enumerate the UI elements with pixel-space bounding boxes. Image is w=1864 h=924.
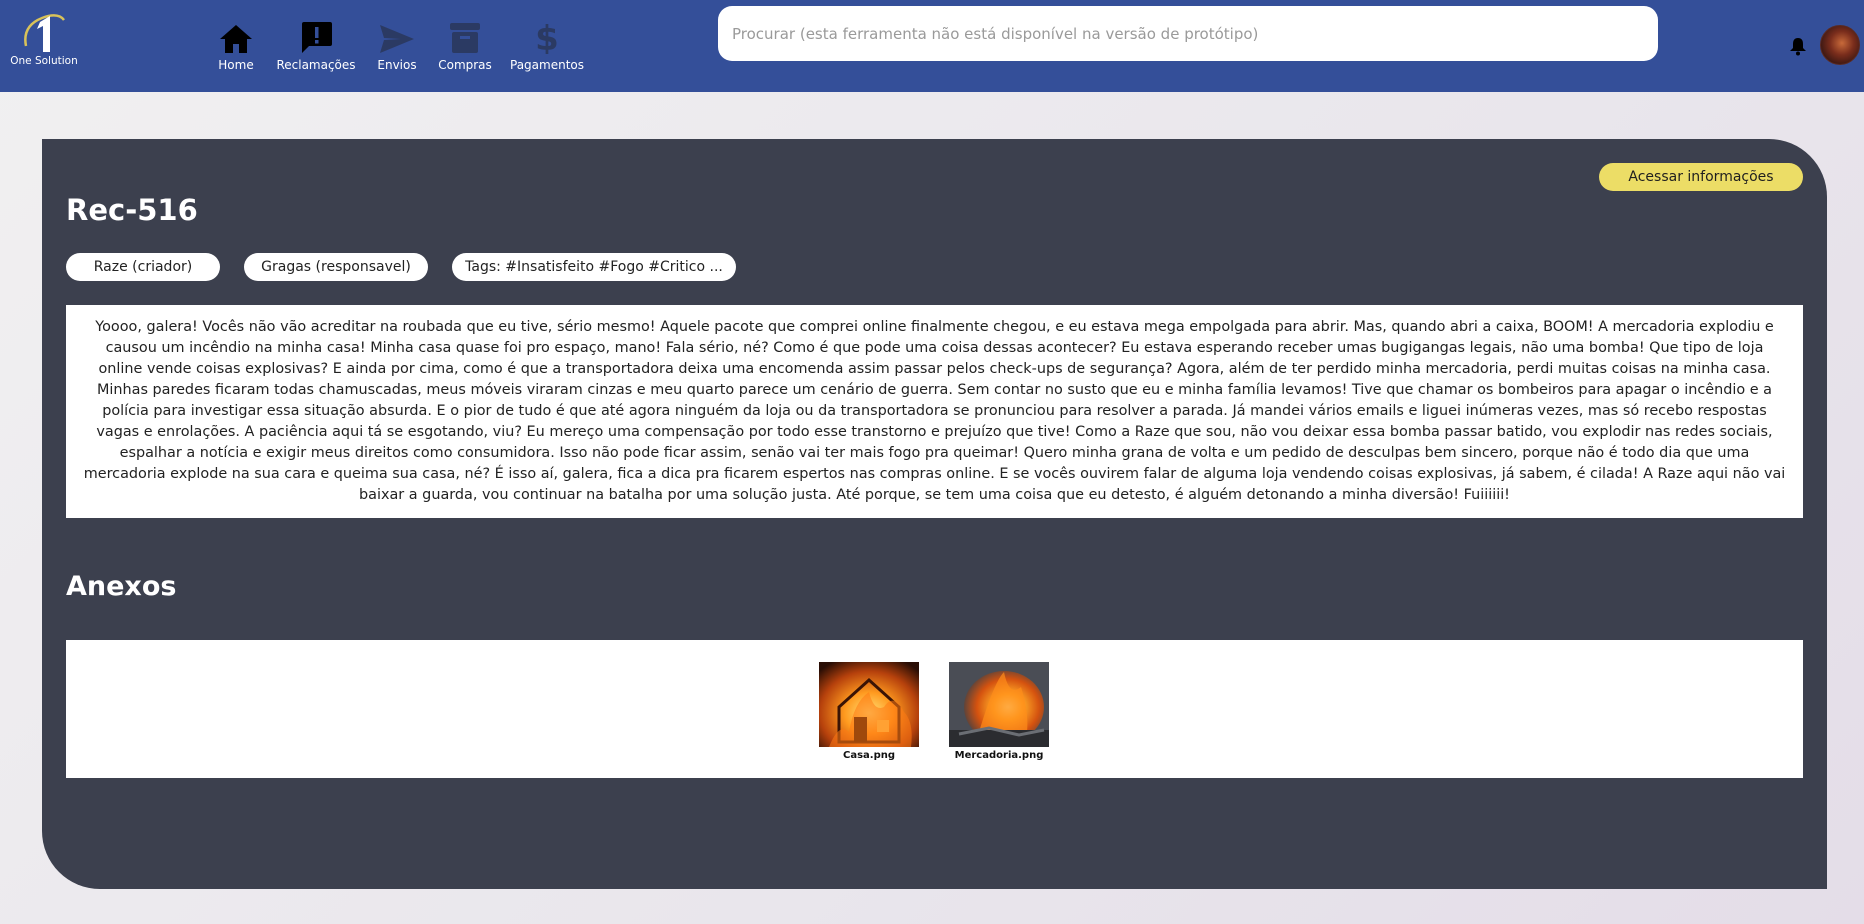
attachments-heading: Anexos xyxy=(66,571,177,602)
bell-icon[interactable] xyxy=(1789,36,1807,56)
creator-chip: Raze (criador) xyxy=(66,253,220,281)
complaint-icon xyxy=(299,18,333,54)
attachment-item[interactable]: Mercadoria.png xyxy=(949,662,1049,761)
dollar-icon: $ xyxy=(535,18,559,54)
attachment-name: Casa.png xyxy=(842,750,896,761)
attachment-item[interactable]: Casa.png xyxy=(819,662,919,761)
tags-chip[interactable]: Tags: #Insatisfeito #Fogo #Critico ... xyxy=(452,253,736,281)
attachments-panel: Casa.png Mercadoria.png xyxy=(66,640,1803,778)
burning-house-thumbnail xyxy=(819,662,919,747)
nav-envios-label: Envios xyxy=(377,58,417,72)
user-avatar[interactable] xyxy=(1820,25,1860,65)
complaint-description: Yoooo, galera! Vocês não vão acreditar n… xyxy=(66,305,1803,518)
svg-text:$: $ xyxy=(535,20,559,54)
nav-envios[interactable]: Envios xyxy=(374,18,420,76)
nav-reclamacoes-label: Reclamações xyxy=(276,58,356,72)
nav-compras[interactable]: Compras xyxy=(438,18,492,76)
home-icon xyxy=(219,18,253,54)
responsible-chip: Gragas (responsavel) xyxy=(244,253,428,281)
nav-pagamentos-label: Pagamentos xyxy=(510,58,584,72)
nav-home-label: Home xyxy=(218,58,254,72)
nav-home[interactable]: Home xyxy=(214,18,258,76)
complaint-title: Rec-516 xyxy=(66,193,198,227)
send-icon xyxy=(379,18,415,54)
logo-icon xyxy=(24,14,65,52)
nav-pagamentos[interactable]: $ Pagamentos xyxy=(510,18,584,76)
burning-merchandise-thumbnail xyxy=(949,662,1049,747)
top-navigation-bar: One Solution Home Reclamações Envios Com… xyxy=(0,0,1864,92)
nav-reclamacoes[interactable]: Reclamações xyxy=(276,18,356,76)
logo-text: One Solution xyxy=(10,55,78,67)
archive-icon xyxy=(448,18,482,54)
attachment-name: Mercadoria.png xyxy=(954,750,1044,761)
nav-compras-label: Compras xyxy=(438,58,492,72)
search-input[interactable] xyxy=(718,6,1658,61)
access-info-button[interactable]: Acessar informações xyxy=(1599,163,1803,191)
logo[interactable]: One Solution xyxy=(6,12,82,72)
